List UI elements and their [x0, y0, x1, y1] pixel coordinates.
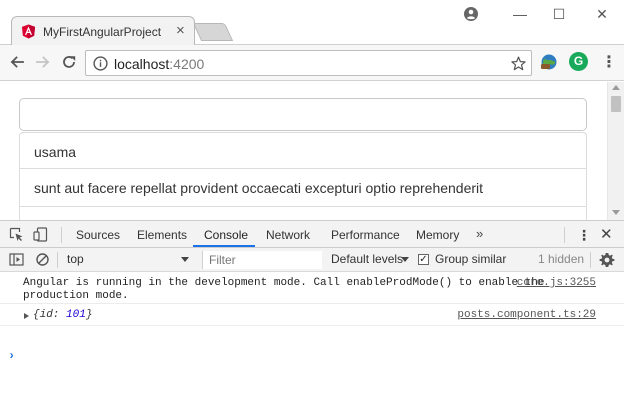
context-value: top: [67, 252, 84, 266]
url-port: :4200: [169, 56, 205, 72]
gear-icon[interactable]: [599, 252, 615, 268]
window-title-bar: MyFirstAngularProject × — ☐ ✕: [0, 0, 624, 46]
grammarly-extension-icon[interactable]: G: [569, 52, 588, 71]
browser-toolbar: localhost:4200 G ⋮: [0, 45, 624, 81]
list-item[interactable]: usama: [19, 132, 587, 169]
tab-sources[interactable]: Sources: [76, 228, 120, 242]
chevron-down-icon: [181, 257, 189, 262]
console-message: Angular is running in the development mo…: [0, 272, 624, 304]
console-source-link[interactable]: posts.component.ts:29: [457, 309, 596, 321]
scroll-thumb[interactable]: [611, 96, 621, 112]
console-sidebar-icon[interactable]: [9, 252, 24, 267]
page-scrollbar[interactable]: [607, 82, 624, 220]
devtools-menu-icon[interactable]: ⋮: [577, 227, 591, 244]
console-message-text: Angular is running in the development mo…: [23, 277, 545, 302]
tab-performance[interactable]: Performance: [331, 228, 400, 242]
tab-close-icon[interactable]: ×: [176, 22, 185, 40]
tab-network[interactable]: Network: [266, 228, 310, 242]
group-similar-checkbox[interactable]: ✓: [418, 254, 429, 265]
tab-console[interactable]: Console: [204, 228, 248, 242]
tab-elements[interactable]: Elements: [137, 228, 187, 242]
url-text: localhost:4200: [114, 56, 204, 72]
device-toolbar-icon[interactable]: [33, 227, 48, 242]
search-input[interactable]: [19, 98, 587, 131]
console-filter-input[interactable]: [202, 251, 322, 269]
scroll-up-arrow-icon[interactable]: [612, 85, 620, 90]
close-devtools-icon[interactable]: ✕: [600, 225, 613, 243]
hidden-count: 1 hidden: [538, 252, 585, 266]
reload-icon[interactable]: [60, 53, 78, 71]
object-value: 101: [66, 309, 86, 321]
object-open: {id:: [33, 309, 67, 321]
toolbar-divider: [57, 252, 58, 268]
console-object[interactable]: {id: 101}: [33, 309, 92, 321]
inspect-element-icon[interactable]: [9, 227, 24, 242]
chevron-down-icon: [401, 257, 409, 262]
group-similar-label: Group similar: [435, 252, 507, 266]
forward-arrow-icon[interactable]: [34, 53, 52, 71]
angular-favicon-icon: [21, 24, 36, 39]
tab-memory[interactable]: Memory: [416, 228, 459, 242]
toolbar-divider: [61, 227, 62, 243]
list-item[interactable]: sunt aut facere repellat provident occae…: [19, 169, 587, 207]
console-prompt[interactable]: ›: [8, 349, 15, 363]
globe-extension-icon[interactable]: [540, 53, 558, 71]
profile-icon[interactable]: [464, 7, 478, 21]
close-window-button[interactable]: ✕: [588, 2, 616, 26]
browser-tab[interactable]: MyFirstAngularProject ×: [11, 16, 195, 46]
back-arrow-icon[interactable]: [8, 53, 26, 71]
bookmark-star-icon[interactable]: [511, 56, 526, 71]
post-list: usama sunt aut facere repellat provident…: [19, 132, 587, 220]
clear-console-icon[interactable]: [35, 252, 50, 267]
scroll-down-arrow-icon[interactable]: [612, 210, 620, 215]
object-close: }: [85, 309, 93, 321]
tab-title: MyFirstAngularProject: [43, 25, 162, 39]
url-host: localhost: [114, 56, 170, 72]
console-output: Angular is running in the development mo…: [0, 272, 624, 416]
toolbar-divider: [590, 252, 591, 268]
log-levels-select[interactable]: Default levels: [331, 252, 403, 266]
browser-menu-icon[interactable]: ⋮: [601, 54, 617, 72]
console-message: {id: 101} posts.component.ts:29: [0, 304, 624, 326]
console-filter-bar: top Default levels ✓ Group similar 1 hid…: [0, 248, 624, 272]
devtools-tab-bar: Sources Elements Console Network Perform…: [0, 221, 624, 248]
page-viewport: usama sunt aut facere repellat provident…: [0, 82, 624, 220]
minimize-button[interactable]: —: [506, 2, 534, 26]
address-bar[interactable]: localhost:4200: [85, 50, 532, 76]
more-tabs-icon[interactable]: »: [476, 226, 483, 241]
new-tab-button[interactable]: [192, 23, 234, 41]
expand-triangle-icon[interactable]: [24, 313, 29, 319]
maximize-button[interactable]: ☐: [545, 2, 573, 26]
info-icon[interactable]: [93, 56, 108, 71]
list-item[interactable]: [19, 207, 587, 220]
console-source-link[interactable]: core.js:3255: [517, 277, 596, 289]
context-select[interactable]: top: [63, 251, 193, 269]
active-tab-indicator: [193, 245, 255, 247]
toolbar-divider: [564, 227, 565, 243]
devtools-panel: Sources Elements Console Network Perform…: [0, 220, 624, 416]
